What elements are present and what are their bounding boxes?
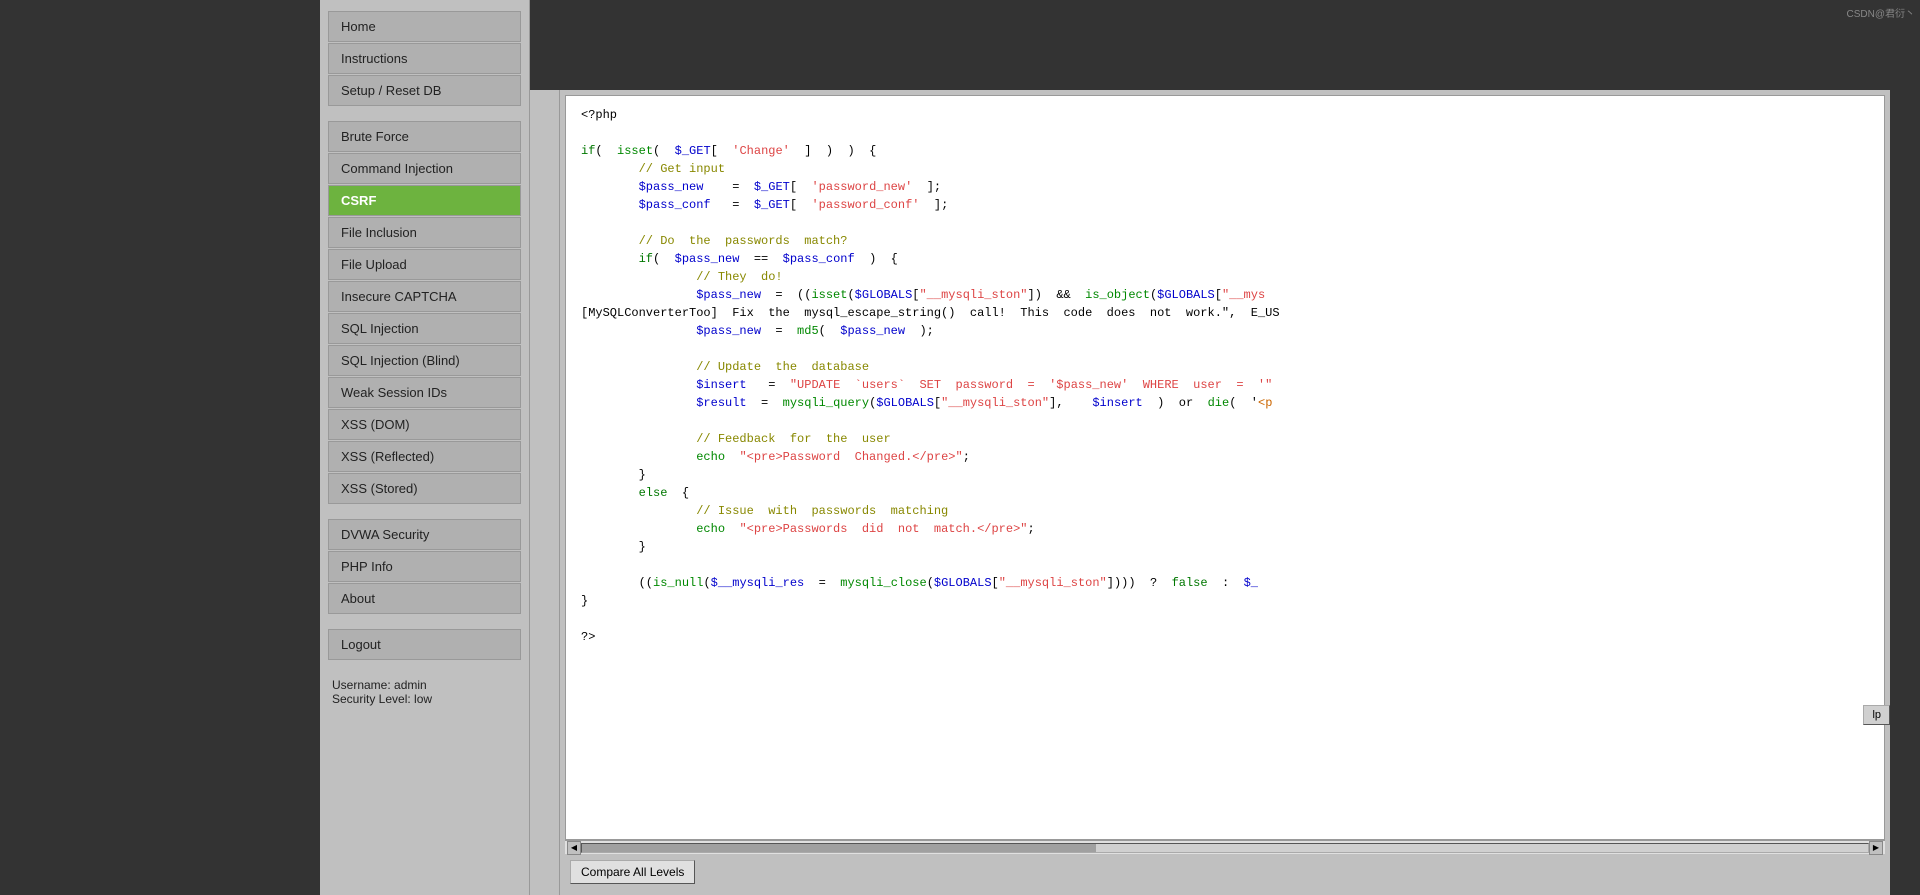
sidebar-item-dvwa-security[interactable]: DVWA Security <box>328 519 521 550</box>
watermark: CSDN@君衍丶 <box>1847 5 1916 20</box>
sidebar-item-file-upload[interactable]: File Upload <box>328 249 521 280</box>
sidebar-item-file-inclusion[interactable]: File Inclusion <box>328 217 521 248</box>
sidebar-item-about[interactable]: About <box>328 583 521 614</box>
compare-button-container: Compare All Levels <box>565 854 1885 890</box>
main-content: <?php if( isset( $_GET[ 'Change' ] ) ) {… <box>530 0 1890 895</box>
right-dark-panel: lp <box>1890 0 1920 895</box>
horizontal-scrollbar[interactable]: ◀ ▶ <box>565 840 1885 854</box>
sidebar-item-home[interactable]: Home <box>328 11 521 42</box>
sidebar-item-csrf[interactable]: CSRF <box>328 185 521 216</box>
scroll-track[interactable] <box>581 843 1869 853</box>
sidebar: Home Instructions Setup / Reset DB Brute… <box>320 0 530 895</box>
username-label: Username: <box>332 678 391 692</box>
sidebar-item-xss-stored[interactable]: XSS (Stored) <box>328 473 521 504</box>
username-line: Username: admin <box>332 678 517 692</box>
username-value: admin <box>394 678 427 692</box>
content-left-strip <box>530 90 560 895</box>
sidebar-item-sql-injection[interactable]: SQL Injection <box>328 313 521 344</box>
code-block: <?php if( isset( $_GET[ 'Change' ] ) ) {… <box>566 96 1884 656</box>
sidebar-item-logout[interactable]: Logout <box>328 629 521 660</box>
sidebar-item-weak-session-ids[interactable]: Weak Session IDs <box>328 377 521 408</box>
sidebar-vulnerability-section: Brute Force Command Injection CSRF File … <box>320 121 529 504</box>
scroll-left-arrow[interactable]: ◀ <box>567 841 581 855</box>
scroll-right-arrow[interactable]: ▶ <box>1869 841 1883 855</box>
security-line: Security Level: low <box>332 692 517 706</box>
help-button[interactable]: lp <box>1863 705 1890 725</box>
security-label: Security Level: <box>332 692 411 706</box>
user-info: Username: admin Security Level: low <box>320 670 529 714</box>
sidebar-divider-1 <box>320 112 529 120</box>
sidebar-bottom-section: DVWA Security PHP Info About <box>320 519 529 614</box>
security-value: low <box>414 692 432 706</box>
compare-all-levels-button[interactable]: Compare All Levels <box>570 860 695 884</box>
sidebar-item-php-info[interactable]: PHP Info <box>328 551 521 582</box>
sidebar-item-xss-dom[interactable]: XSS (DOM) <box>328 409 521 440</box>
sidebar-item-instructions[interactable]: Instructions <box>328 43 521 74</box>
top-bar <box>530 0 1890 90</box>
code-container[interactable]: <?php if( isset( $_GET[ 'Change' ] ) ) {… <box>565 95 1885 840</box>
code-panel: <?php if( isset( $_GET[ 'Change' ] ) ) {… <box>560 90 1890 895</box>
sidebar-item-setup[interactable]: Setup / Reset DB <box>328 75 521 106</box>
sidebar-item-sql-injection-blind[interactable]: SQL Injection (Blind) <box>328 345 521 376</box>
sidebar-item-xss-reflected[interactable]: XSS (Reflected) <box>328 441 521 472</box>
sidebar-item-brute-force[interactable]: Brute Force <box>328 121 521 152</box>
sidebar-item-command-injection[interactable]: Command Injection <box>328 153 521 184</box>
sidebar-divider-3 <box>320 620 529 628</box>
sidebar-top-section: Home Instructions Setup / Reset DB <box>320 11 529 106</box>
sidebar-item-insecure-captcha[interactable]: Insecure CAPTCHA <box>328 281 521 312</box>
content-area: <?php if( isset( $_GET[ 'Change' ] ) ) {… <box>530 90 1890 895</box>
sidebar-divider-2 <box>320 510 529 518</box>
left-dark-panel <box>0 0 320 895</box>
scroll-thumb[interactable] <box>582 844 1096 852</box>
